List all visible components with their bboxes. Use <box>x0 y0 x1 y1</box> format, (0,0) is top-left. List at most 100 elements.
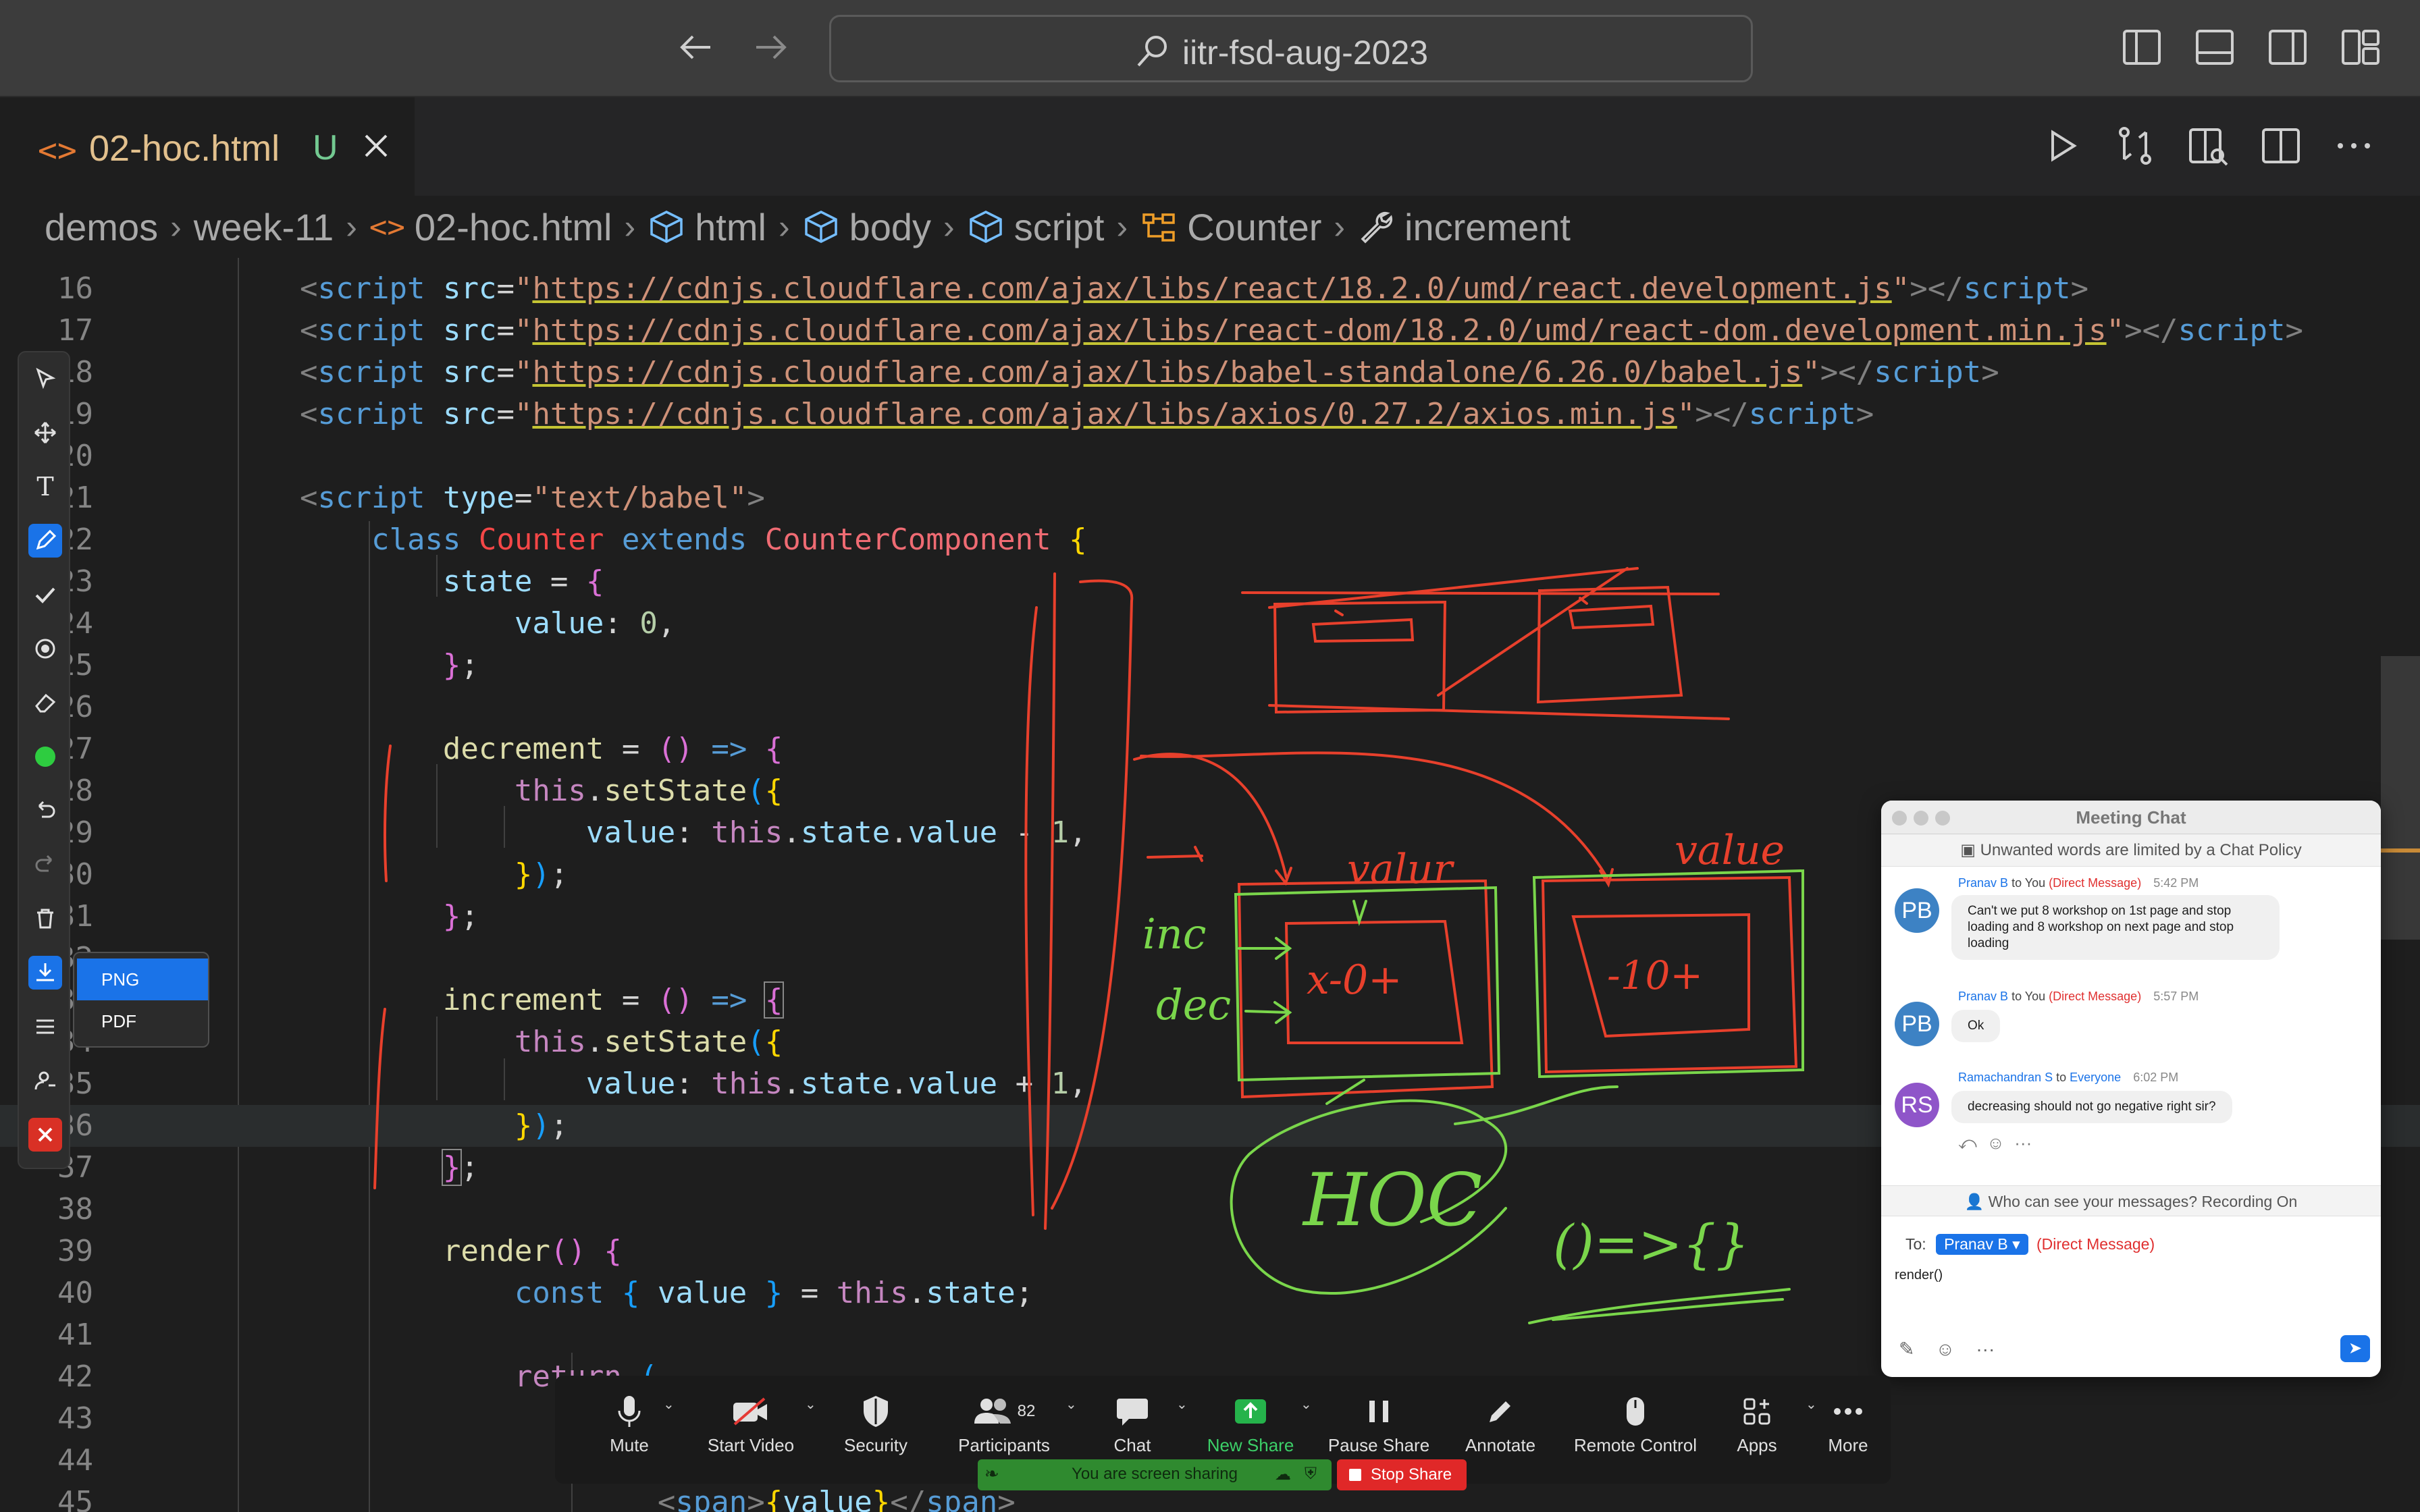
pen-icon[interactable] <box>28 524 62 558</box>
chevron-right-icon: › <box>778 208 790 246</box>
class-icon <box>1142 213 1175 242</box>
save-format-menu: PNG PDF <box>73 952 209 1048</box>
message-bubble: decreasing should not go negative right … <box>1951 1091 2232 1123</box>
code-line: 19 <script src="https://cdnjs.cloudflare.… <box>57 397 1874 431</box>
more-icon[interactable]: ··· <box>1976 1339 1995 1359</box>
send-icon: ➤ <box>2348 1339 2363 1357</box>
cube-icon <box>969 211 1002 243</box>
video-off-icon <box>733 1397 767 1426</box>
select-icon[interactable] <box>28 362 62 396</box>
code-line: 27 decrement = () => { <box>57 732 783 766</box>
compare-changes-icon[interactable] <box>2113 124 2157 167</box>
open-preview-icon[interactable] <box>2186 124 2230 167</box>
run-icon[interactable] <box>2041 124 2084 167</box>
eraser-icon[interactable] <box>28 686 62 720</box>
message-bubble: Can't we put 8 workshop on 1st page and … <box>1951 895 2280 960</box>
reply-icon[interactable]: ⤺ <box>1958 1133 1977 1153</box>
breadcrumb-html[interactable]: html <box>648 205 766 249</box>
breadcrumb-counter[interactable]: Counter <box>1140 205 1321 249</box>
chevron-up-icon[interactable]: ⌄ <box>1300 1396 1312 1413</box>
code-line: 23 state = { <box>57 564 604 599</box>
toggle-secondary-sidebar-icon[interactable] <box>2267 27 2308 68</box>
vertical-scrollbar[interactable] <box>2381 656 2420 940</box>
title-bar: iitr-fsd-aug-2023 <box>0 0 2420 97</box>
breadcrumb-demos[interactable]: demos <box>45 205 158 249</box>
breadcrumb-week-11[interactable]: week-11 <box>194 205 334 249</box>
color-dot-icon[interactable] <box>28 740 62 774</box>
emoji-reaction-icon[interactable]: ☺ <box>1987 1133 2005 1153</box>
format-text-icon[interactable]: ✎ <box>1899 1339 1914 1359</box>
visibility-notice[interactable]: 👤 Who can see your messages? Recording O… <box>1881 1185 2381 1216</box>
code-line: 26 <box>57 690 93 724</box>
toggle-panel-icon[interactable] <box>2194 27 2235 68</box>
chat-input[interactable]: render() <box>1895 1268 1943 1283</box>
chat-policy-notice: ▣ Unwanted words are limited by a Chat P… <box>1881 834 2381 867</box>
close-icon[interactable] <box>28 1118 62 1152</box>
more-icon[interactable]: ··· <box>2014 1133 2032 1153</box>
start-video-button[interactable]: Start Video ⌄ <box>683 1376 818 1484</box>
code-line: 20 <box>57 439 93 473</box>
spotlight-icon[interactable] <box>28 632 62 666</box>
chevron-up-icon[interactable]: ⌄ <box>663 1396 675 1413</box>
annotation-toolbar: T <box>18 351 70 1169</box>
breadcrumb-file[interactable]: <> 02-hoc.html <box>369 205 612 249</box>
avatar: PB <box>1895 1002 1939 1046</box>
move-icon[interactable] <box>28 416 62 450</box>
pencil-icon <box>1490 1401 1510 1422</box>
message-meta: Ramachandran S to Everyone 6:02 PM <box>1958 1071 2179 1084</box>
message-meta: Pranav B to You (Direct Message) 5:42 PM <box>1958 876 2199 890</box>
send-button[interactable]: ➤ <box>2340 1335 2370 1362</box>
chevron-right-icon: › <box>170 208 182 246</box>
customize-layout-icon[interactable] <box>2340 27 2381 68</box>
trash-icon[interactable] <box>28 902 62 936</box>
undo-icon[interactable] <box>28 794 62 828</box>
apps-icon <box>1743 1398 1770 1425</box>
message-actions: ⤺ ☺ ··· <box>1958 1133 2032 1154</box>
breadcrumb-script[interactable]: script <box>967 205 1104 249</box>
cube-icon <box>650 211 683 243</box>
close-icon[interactable] <box>359 129 393 163</box>
chevron-right-icon: › <box>1116 208 1128 246</box>
redo-icon[interactable] <box>28 848 62 882</box>
shield-icon <box>864 1396 888 1427</box>
emoji-icon[interactable]: ☺ <box>1936 1339 1955 1359</box>
forward-arrow-icon[interactable] <box>748 26 791 69</box>
more-actions-icon[interactable] <box>2332 124 2375 167</box>
menu-icon[interactable] <box>28 1010 62 1044</box>
tab-filename: 02-hoc.html <box>89 128 280 169</box>
stamp-check-icon[interactable] <box>28 578 62 612</box>
tab-02-hoc-html[interactable]: <> 02-hoc.html U <box>0 97 415 196</box>
recipient-selector: To: Pranav B ▾ (Direct Message) <box>1905 1234 2155 1255</box>
shield-check-icon: ⛨ <box>1305 1465 1317 1483</box>
chevron-up-icon[interactable]: ⌄ <box>1176 1396 1188 1413</box>
stop-share-button[interactable]: Stop Share <box>1337 1459 1467 1490</box>
apps-button[interactable]: Apps ⌄ <box>1716 1376 1816 1484</box>
split-editor-icon[interactable] <box>2259 124 2303 167</box>
stop-icon <box>1349 1469 1361 1481</box>
security-button[interactable]: Security <box>825 1376 926 1484</box>
breadcrumb: demos › week-11 › <> 02-hoc.html › html ›… <box>0 196 2420 258</box>
wrench-icon <box>1361 211 1393 244</box>
breadcrumb-increment[interactable]: increment <box>1357 205 1571 249</box>
editor-tab-bar: <> 02-hoc.html U <box>0 97 2420 196</box>
remote-control-button[interactable]: Remote Control <box>1561 1376 1710 1484</box>
breadcrumb-body[interactable]: body <box>802 205 931 249</box>
pause-icon <box>1369 1401 1388 1422</box>
code-line: 21 <script type="text/babel"> <box>57 481 765 515</box>
more-button[interactable]: More <box>1811 1376 1885 1484</box>
back-arrow-icon[interactable] <box>675 26 718 69</box>
save-icon[interactable] <box>28 956 62 990</box>
message-bubble: Ok <box>1951 1010 2001 1042</box>
save-pdf-option[interactable]: PDF <box>77 1000 208 1042</box>
mute-button[interactable]: Mute ⌄ <box>582 1376 677 1484</box>
chat-input-tools: ✎ ☺ ··· <box>1899 1338 1995 1360</box>
save-png-option[interactable]: PNG <box>77 959 208 1000</box>
command-center-search[interactable]: iitr-fsd-aug-2023 <box>829 15 1753 82</box>
recipient-dropdown[interactable]: Pranav B ▾ <box>1936 1234 2028 1255</box>
chevron-up-icon[interactable]: ⌄ <box>1066 1396 1077 1413</box>
screen-sharing-indicator[interactable]: ❧ You are screen sharing ☁ ⛨ <box>978 1459 1332 1490</box>
chevron-up-icon[interactable]: ⌄ <box>805 1396 816 1413</box>
user-icon[interactable] <box>28 1064 62 1098</box>
toggle-primary-sidebar-icon[interactable] <box>2122 27 2162 68</box>
text-icon[interactable]: T <box>28 470 62 504</box>
